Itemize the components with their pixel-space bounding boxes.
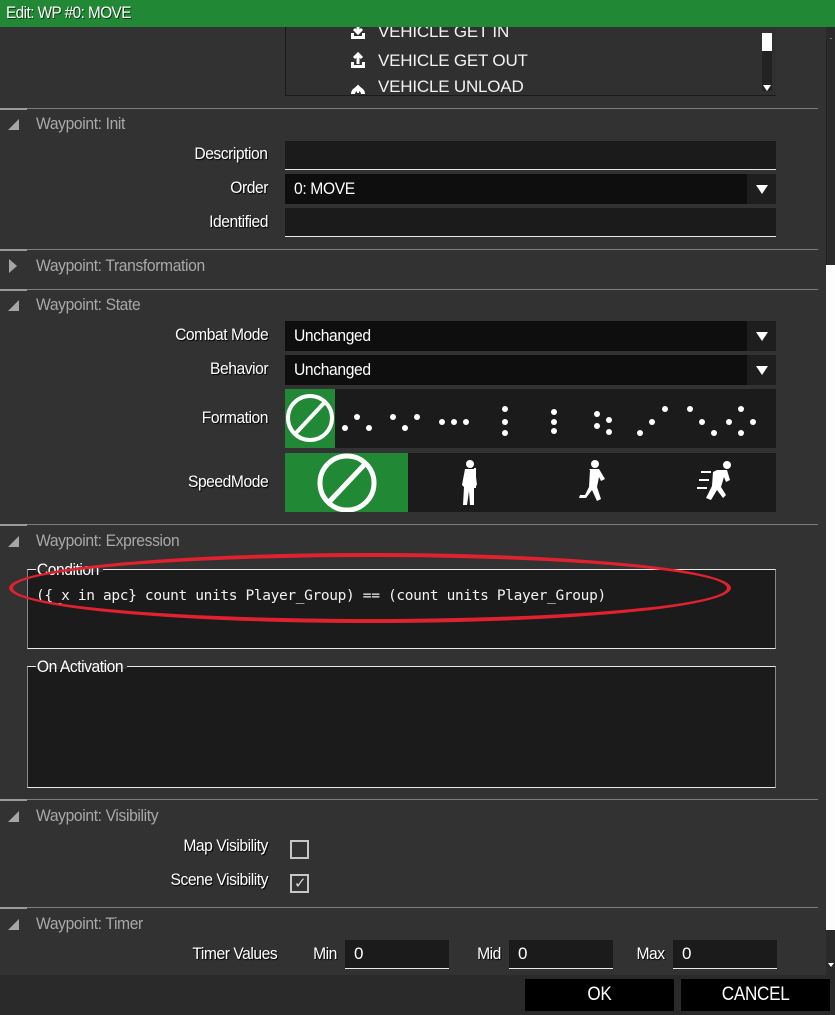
timer-mid-label: Mid [477, 944, 501, 963]
formation-echelon-right-icon [687, 406, 717, 436]
formation-column-icon [502, 406, 508, 436]
speed-mode-label: SpeedMode [187, 472, 269, 491]
scene-visibility-checkbox[interactable]: ✓ [290, 874, 309, 893]
formation-line-icon [439, 419, 469, 425]
behavior-select[interactable]: Unchanged [285, 355, 776, 385]
sprinting-soldier-icon [697, 460, 731, 500]
formation-options-strip[interactable] [335, 389, 776, 448]
section-header-timer[interactable]: Waypoint: Timer [0, 913, 400, 935]
formation-label: Formation [201, 408, 269, 427]
identified-label: Identified [209, 212, 268, 231]
speed-mode-picker[interactable] [285, 453, 776, 512]
scroll-down-icon[interactable] [828, 963, 834, 967]
timer-min-label: Min [313, 944, 337, 963]
expand-triangle-icon [9, 259, 17, 273]
cancel-button[interactable]: CANCEL [681, 979, 830, 1011]
formation-diamond-icon [726, 406, 756, 436]
vehicle-get-in-icon [348, 27, 368, 42]
speed-option-full[interactable] [654, 453, 776, 512]
map-visibility-checkbox[interactable] [290, 840, 309, 859]
order-label: Order [230, 178, 268, 197]
formation-echelon-left-icon [637, 406, 668, 436]
condition-code[interactable]: ({_x in apc} count units Player_Group) =… [36, 588, 606, 604]
order-select[interactable]: 0: MOVE [285, 174, 776, 204]
waypoint-type-list[interactable]: VEHICLE GET IN VEHICLE GET OUT VEHICLE U… [285, 27, 776, 96]
map-visibility-label: Map Visibility [183, 836, 268, 855]
on-activation-label: On Activation [27, 657, 124, 676]
chevron-down-icon[interactable] [747, 174, 776, 204]
speed-option-limited[interactable] [408, 453, 531, 512]
on-activation-editor[interactable]: On Activation [27, 657, 776, 788]
collapse-triangle-icon [8, 119, 19, 130]
scroll-down-icon[interactable] [763, 85, 771, 91]
properties-panel: VEHICLE GET IN VEHICLE GET OUT VEHICLE U… [0, 27, 826, 975]
checkmark-icon: ✓ [294, 875, 307, 892]
description-label: Description [194, 144, 269, 163]
window-title: Edit: WP #0: MOVE [6, 3, 131, 22]
timer-min-input[interactable]: 0 [345, 940, 449, 969]
section-header-state[interactable]: Waypoint: State [0, 294, 400, 316]
dialog-footer: OK CANCEL [0, 975, 835, 1015]
jogging-soldier-icon [578, 459, 605, 501]
section-divider [0, 108, 818, 110]
list-scrollbar-thumb[interactable] [762, 33, 772, 51]
section-divider [0, 249, 818, 251]
main-scrollbar[interactable] [826, 27, 835, 975]
formation-file-icon [551, 409, 557, 434]
identified-input[interactable] [285, 208, 776, 237]
vehicle-get-out-icon [348, 51, 368, 71]
list-scrollbar[interactable] [762, 33, 772, 91]
timer-max-label: Max [636, 944, 666, 963]
chevron-down-icon[interactable] [747, 321, 776, 351]
formation-picker[interactable] [285, 389, 776, 448]
behavior-label: Behavior [209, 359, 269, 378]
timer-values-label: Timer Values [192, 944, 277, 963]
formation-staggered-column-icon [594, 411, 612, 435]
chevron-down-icon[interactable] [747, 355, 776, 385]
condition-editor[interactable]: Condition ({_x in apc} count units Playe… [27, 560, 776, 649]
vehicle-unload-icon [348, 77, 368, 95]
collapse-triangle-icon [8, 811, 19, 822]
list-item[interactable]: VEHICLE GET OUT [348, 48, 528, 74]
speed-option-no-change[interactable] [285, 453, 408, 512]
speed-option-normal[interactable] [531, 453, 654, 512]
list-item[interactable]: VEHICLE GET IN [348, 27, 509, 45]
section-divider [0, 524, 818, 526]
no-change-icon [286, 394, 334, 442]
section-header-expression[interactable]: Waypoint: Expression [0, 530, 400, 552]
walking-soldier-icon [461, 459, 477, 505]
section-divider [0, 799, 818, 801]
no-change-icon [317, 453, 376, 512]
collapse-triangle-icon [8, 919, 19, 930]
collapse-triangle-icon [8, 300, 19, 311]
formation-wedge-icon [342, 414, 372, 431]
section-header-transformation[interactable]: Waypoint: Transformation [0, 255, 400, 277]
timer-max-input[interactable]: 0 [673, 940, 777, 969]
title-bar: Edit: WP #0: MOVE [0, 0, 835, 27]
list-item[interactable]: VEHICLE UNLOAD [348, 74, 524, 95]
section-divider [0, 289, 818, 291]
section-header-visibility[interactable]: Waypoint: Visibility [0, 805, 400, 827]
combat-mode-label: Combat Mode [174, 325, 269, 344]
timer-mid-input[interactable]: 0 [509, 940, 613, 969]
scene-visibility-label: Scene Visibility [170, 870, 268, 889]
section-divider [0, 907, 818, 909]
ok-button[interactable]: OK [525, 979, 674, 1011]
condition-label: Condition [27, 560, 99, 579]
scrollbar-thumb[interactable] [826, 39, 835, 265]
section-header-init[interactable]: Waypoint: Init [0, 113, 400, 135]
collapse-triangle-icon [8, 536, 19, 547]
formation-option-no-change[interactable] [285, 389, 335, 448]
scrollbar-track[interactable] [826, 265, 835, 930]
description-input[interactable] [285, 141, 776, 170]
formation-vee-icon [390, 414, 420, 431]
combat-mode-select[interactable]: Unchanged [285, 321, 776, 351]
